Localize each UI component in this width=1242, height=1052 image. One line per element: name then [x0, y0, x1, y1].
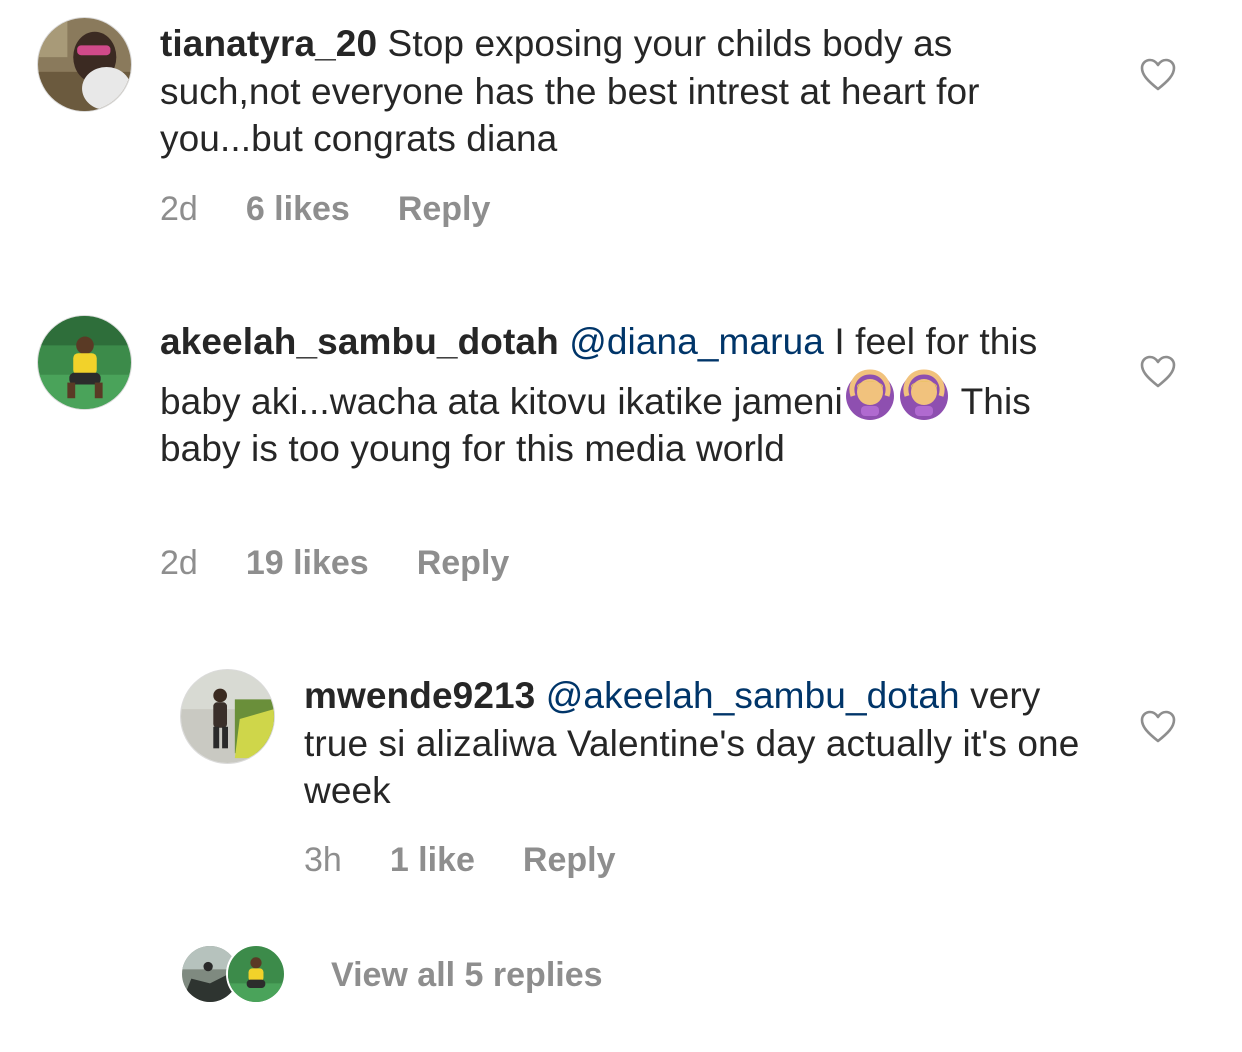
heart-outline-icon[interactable] [1140, 710, 1176, 744]
avatar[interactable] [180, 669, 275, 764]
comment-meta: 2d 6 likes Reply [160, 190, 538, 229]
likes-count[interactable]: 6 likes [246, 190, 350, 228]
view-all-replies-button[interactable]: View all 5 replies [331, 956, 603, 995]
mention-link[interactable]: @akeelah_sambu_dotah [546, 675, 960, 716]
mention-link[interactable]: @diana_marua [569, 321, 824, 362]
reply-button[interactable]: Reply [417, 544, 510, 582]
comment-username[interactable]: akeelah_sambu_dotah [160, 321, 559, 362]
comment-username[interactable]: tianatyra_20 [160, 23, 377, 64]
heart-outline-icon[interactable] [1140, 355, 1176, 389]
comment-meta: 3h 1 like Reply [304, 841, 664, 880]
avatar [226, 944, 286, 1004]
comment-text: mwende9213 @akeelah_sambu_dotah very tru… [304, 672, 1084, 815]
heart-outline-icon[interactable] [1140, 58, 1176, 92]
likes-count[interactable]: 19 likes [246, 544, 369, 582]
comment-text: akeelah_sambu_dotah @diana_marua I feel … [160, 318, 1080, 473]
avatar[interactable] [37, 315, 132, 410]
comment-time: 2d [160, 190, 198, 228]
avatar[interactable] [37, 17, 132, 112]
comment-username[interactable]: mwende9213 [304, 675, 535, 716]
person-gesturing-ok-emoji [897, 366, 951, 420]
person-gesturing-ok-emoji [843, 366, 897, 420]
reply-button[interactable]: Reply [523, 841, 616, 879]
likes-count[interactable]: 1 like [390, 841, 475, 879]
comment-text: tianatyra_20 Stop exposing your childs b… [160, 20, 1080, 163]
comment-meta: 2d 19 likes Reply [160, 544, 557, 583]
comment-time: 3h [304, 841, 342, 879]
comment-time: 2d [160, 544, 198, 582]
reply-button[interactable]: Reply [398, 190, 491, 228]
